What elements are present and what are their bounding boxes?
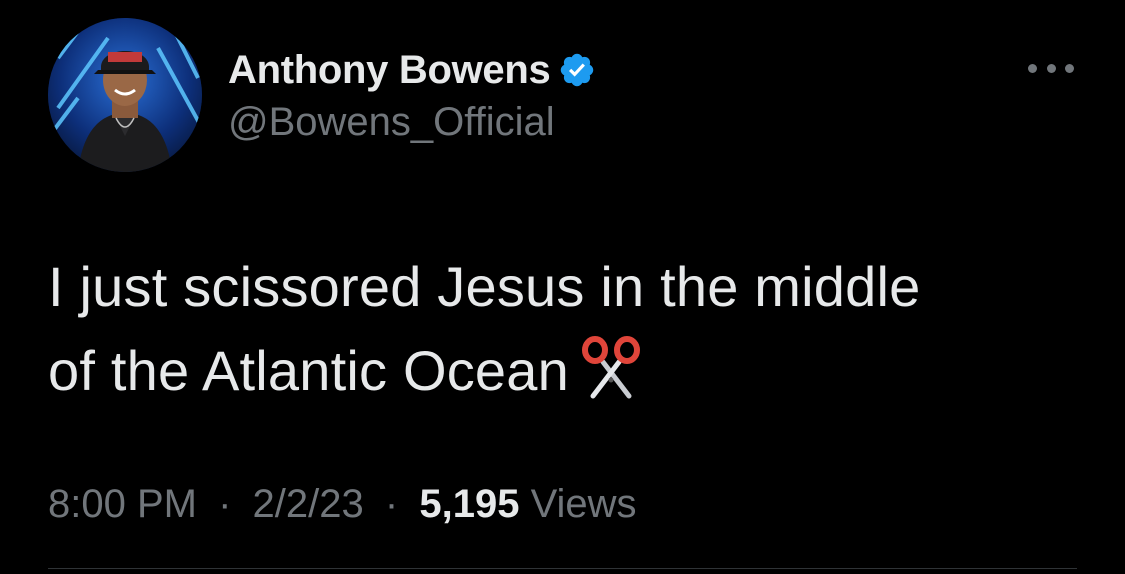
meta-separator: · bbox=[218, 482, 232, 526]
author-name-row[interactable]: Anthony Bowens bbox=[228, 44, 596, 96]
tweet-text-line-1: I just scissored Jesus in the middle bbox=[48, 255, 921, 318]
verified-badge-icon[interactable] bbox=[558, 51, 596, 89]
avatar-image bbox=[48, 18, 202, 172]
tweet: Anthony Bowens @Bowens_Official I just s… bbox=[0, 0, 1125, 574]
tweet-text: I just scissored Jesus in the middle of … bbox=[48, 245, 1088, 413]
divider bbox=[48, 568, 1077, 569]
avatar[interactable] bbox=[48, 18, 202, 172]
views-count: 5,195 bbox=[419, 482, 520, 526]
meta-separator: · bbox=[384, 482, 399, 526]
tweet-date[interactable]: 2/2/23 bbox=[253, 482, 364, 526]
tweet-text-line-2-text: of the Atlantic Ocean bbox=[48, 339, 569, 402]
author-handle[interactable]: @Bowens_Official bbox=[228, 100, 555, 145]
views-label: Views bbox=[530, 482, 637, 526]
more-options-icon[interactable] bbox=[1028, 58, 1074, 78]
tweet-time[interactable]: 8:00 PM bbox=[48, 482, 197, 526]
author-display-name[interactable]: Anthony Bowens bbox=[228, 48, 551, 93]
tweet-text-line-2: of the Atlantic Ocean bbox=[48, 329, 1088, 413]
more-dot bbox=[1028, 63, 1037, 73]
scissors-icon bbox=[579, 336, 643, 400]
more-dot bbox=[1046, 63, 1056, 73]
more-dot bbox=[1065, 63, 1074, 73]
tweet-meta: 8:00 PM · 2/2/23 · 5,195 Views bbox=[48, 482, 637, 527]
